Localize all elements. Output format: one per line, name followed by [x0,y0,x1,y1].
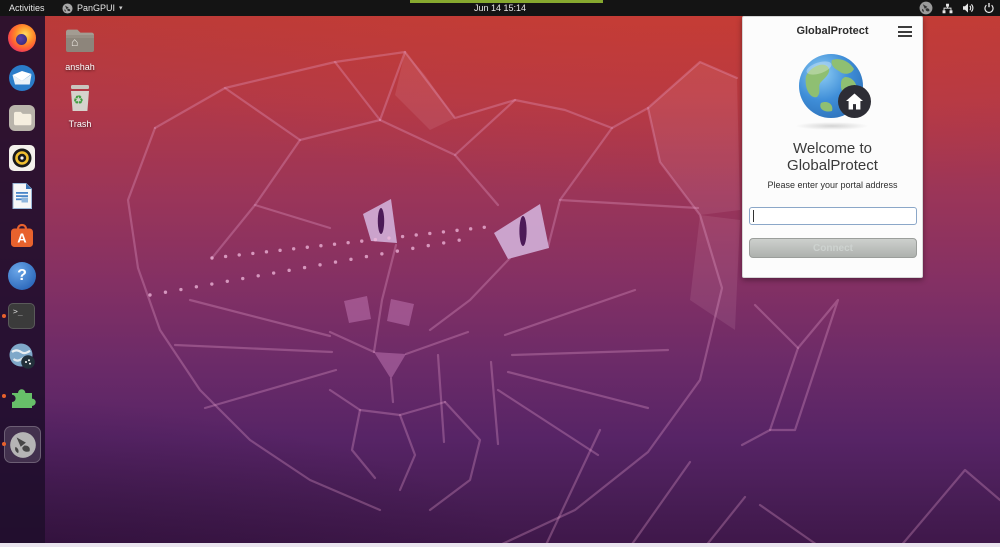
home-badge-icon [838,85,871,118]
hamburger-menu-icon[interactable] [898,26,912,38]
dock-item-help[interactable]: ? [8,262,36,290]
panel-title: GlobalProtect [743,25,922,37]
globe-shadow [795,122,869,130]
portal-address-input[interactable] [749,207,917,225]
running-indicator-globalprotect [2,442,6,446]
chevron-down-icon: ▾ [119,4,123,12]
terminal-icon: >_ [8,303,35,329]
terminal-glyph: >_ [13,307,23,316]
recycle-glyph: ♻ [73,93,84,107]
dock-item-ubuntu-software[interactable]: A [8,222,36,250]
running-indicator-extensions [2,394,6,398]
portal-address-prompt: Please enter your portal address [743,180,922,190]
software-icon: A [8,222,36,250]
system-tray [919,0,995,16]
desktop-icon-label: Trash [60,119,100,129]
help-glyph: ? [17,267,27,285]
bottom-edge-strip [0,543,1000,547]
network-icon[interactable] [942,3,953,14]
app-menu-pangpui[interactable]: PanGPUI ▾ [62,0,123,16]
globalprotect-icon [9,431,37,459]
connect-button[interactable]: Connect [749,238,917,258]
welcome-line2: GlobalProtect [743,157,922,174]
rhythmbox-icon [8,144,36,172]
dock-item-globalprotect[interactable] [4,426,41,463]
welcome-line1: Welcome to [743,140,922,157]
dock-item-files[interactable] [8,104,36,132]
dock: A ? >_ [0,16,45,547]
firefox-icon [16,34,27,45]
activities-button[interactable]: Activities [9,3,45,13]
home-folder-icon [63,26,97,55]
dock-item-libreoffice-writer[interactable] [8,182,36,210]
screen-edge-strip [410,0,603,3]
running-indicator-terminal [2,314,6,318]
help-icon: ? [8,262,36,290]
dock-item-thunderbird[interactable] [8,64,36,92]
globalprotect-tray-icon[interactable] [919,1,933,15]
globalprotect-panel: GlobalProtect Welcome t [742,16,923,278]
home-glyph: ⌂ [71,35,78,49]
globalprotect-icon [62,3,73,14]
thunderbird-icon [8,64,36,92]
puzzle-icon [8,382,36,410]
files-icon [8,104,36,132]
dock-item-extensions[interactable] [8,382,36,410]
desktop-icon-label: anshah [58,62,102,72]
dock-item-rhythmbox[interactable] [8,144,36,172]
writer-icon [8,182,36,210]
text-caret [753,210,754,222]
dock-item-terminal[interactable]: >_ [8,302,36,330]
desktop-icon-home-folder[interactable]: ⌂ anshah [58,26,102,72]
app-menu-label: PanGPUI [77,3,115,13]
software-glyph: A [17,231,27,246]
ubuntu-desktop: ⌂ anshah ♻ Trash [0,0,1000,547]
globe-badge-icon [8,342,36,370]
volume-icon[interactable] [962,2,974,14]
welcome-heading: Welcome to GlobalProtect [743,140,922,174]
dock-item-firefox[interactable] [8,24,36,52]
desktop-icon-trash[interactable]: ♻ Trash [60,84,100,129]
dock-item-web-browser[interactable] [8,342,36,370]
power-icon[interactable] [983,2,995,14]
